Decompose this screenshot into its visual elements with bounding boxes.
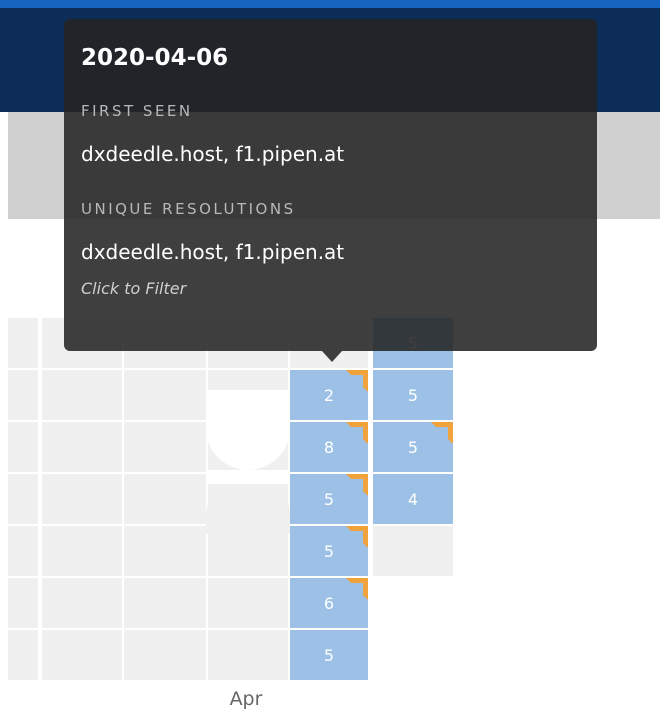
calendar-day-cell[interactable]: 5 xyxy=(373,422,453,472)
calendar-day-empty xyxy=(124,526,206,576)
new-item-flag-icon xyxy=(431,422,453,444)
day-count: 4 xyxy=(407,489,419,509)
first-seen-heading: FIRST SEEN xyxy=(81,102,193,120)
calendar-day-empty xyxy=(42,630,122,680)
calendar-day-empty xyxy=(8,474,38,524)
calendar-day-cell[interactable]: 6 xyxy=(290,578,368,628)
calendar-day-cell[interactable]: 5 xyxy=(290,630,368,680)
day-tooltip: 2020-04-06 FIRST SEEN dxdeedle.host, f1.… xyxy=(64,19,597,351)
unique-resolutions-value: dxdeedle.host, f1.pipen.at xyxy=(81,240,345,264)
calendar-day-empty xyxy=(42,370,122,420)
calendar-day-empty xyxy=(42,474,122,524)
calendar-day-empty xyxy=(8,422,38,472)
calendar-day-empty xyxy=(373,526,453,576)
month-label: Apr xyxy=(229,688,263,710)
calendar-day-empty xyxy=(124,474,206,524)
calendar-day-cell[interactable]: 5 xyxy=(290,474,368,524)
calendar-gap xyxy=(206,470,290,484)
first-seen-value: dxdeedle.host, f1.pipen.at xyxy=(81,142,345,166)
unique-resolutions-heading: UNIQUE RESOLUTIONS xyxy=(81,200,296,218)
calendar-day-empty xyxy=(124,370,206,420)
tooltip-pointer xyxy=(322,351,342,362)
calendar-day-cell[interactable]: 4 xyxy=(373,474,453,524)
calendar-day-cell[interactable]: 5 xyxy=(373,370,453,420)
calendar-day-empty xyxy=(8,578,38,628)
day-count: 5 xyxy=(323,645,335,665)
new-item-flag-icon xyxy=(346,370,368,392)
new-item-flag-icon xyxy=(346,526,368,548)
calendar-day-empty xyxy=(8,370,38,420)
calendar-day-empty xyxy=(8,318,38,368)
calendar-day-empty xyxy=(42,422,122,472)
calendar-day-empty xyxy=(124,422,206,472)
calendar-day-empty xyxy=(8,526,38,576)
calendar-day-cell[interactable]: 8 xyxy=(290,422,368,472)
new-item-flag-icon xyxy=(346,474,368,496)
calendar-day-empty xyxy=(124,578,206,628)
calendar-day-empty xyxy=(42,526,122,576)
new-item-flag-icon xyxy=(346,422,368,444)
calendar-day-empty xyxy=(124,630,206,680)
day-count: 5 xyxy=(407,385,419,405)
calendar-day-empty xyxy=(42,578,122,628)
calendar-day-empty xyxy=(208,578,288,628)
click-to-filter-hint: Click to Filter xyxy=(81,279,187,298)
calendar-day-empty xyxy=(8,630,38,680)
calendar-day-empty xyxy=(208,630,288,680)
new-item-flag-icon xyxy=(346,578,368,600)
tooltip-date: 2020-04-06 xyxy=(81,45,229,71)
calendar-gap xyxy=(206,390,290,470)
calendar-day-cell[interactable]: 2 xyxy=(290,370,368,420)
calendar-day-cell[interactable]: 5 xyxy=(290,526,368,576)
